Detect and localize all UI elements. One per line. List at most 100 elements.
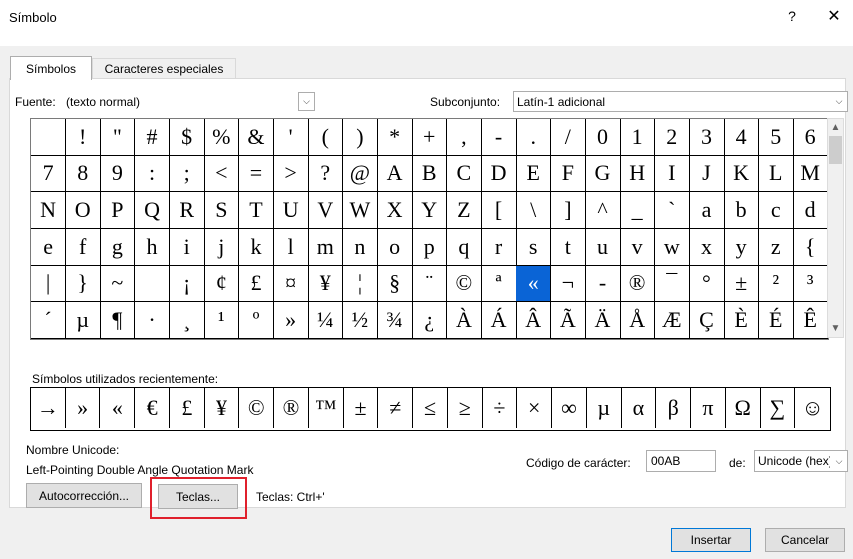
symbol-cell[interactable]: ]	[550, 192, 586, 229]
symbol-cell[interactable]: µ	[65, 302, 101, 339]
symbol-cell[interactable]: +	[412, 119, 448, 156]
symbol-cell[interactable]: y	[724, 229, 760, 266]
symbol-cell[interactable]: ~	[100, 265, 136, 303]
scroll-up-arrow-icon[interactable]: ▲	[828, 119, 843, 136]
symbol-cell[interactable]: Q	[134, 192, 171, 229]
symbol-cell[interactable]: ¥	[308, 265, 344, 303]
scrollbar-thumb[interactable]	[829, 136, 842, 164]
recent-symbols-strip[interactable]: →» «€ £ ¥ © ® ™ ± ≠ ≤ ≥ ÷ × ∞ µ α β π Ω ∑ ☺	[30, 387, 831, 431]
symbol-cell[interactable]: \	[516, 192, 552, 229]
symbol-cell[interactable]: ¼	[308, 302, 344, 339]
symbol-cell[interactable]: v	[620, 229, 656, 266]
symbol-cell[interactable]: `	[654, 192, 690, 229]
character-code-input[interactable]: 00AB	[646, 450, 716, 472]
symbol-cell[interactable]: 3	[689, 119, 725, 156]
symbol-cell[interactable]: E	[516, 155, 552, 193]
symbol-cell[interactable]: ²	[758, 265, 794, 303]
symbol-cell[interactable]: $	[169, 119, 205, 156]
symbol-cell[interactable]: j	[204, 229, 240, 266]
symbol-cell[interactable]: G	[585, 155, 621, 193]
symbol-cell[interactable]: r	[481, 229, 517, 266]
chevron-down-icon[interactable]: ⌵	[298, 92, 315, 111]
recent-symbol-cell[interactable]: µ	[587, 388, 622, 428]
symbol-grid[interactable]: ! " # $% & '() * +, -./0 1 2 3 4 5 6 7 8 9:; < = >? @ A B C D E F G H…	[30, 118, 829, 340]
symbol-cell[interactable]: O	[65, 192, 101, 229]
symbol-cell[interactable]: ?	[308, 155, 344, 193]
symbol-cell[interactable]: ¢	[204, 265, 240, 303]
recent-symbol-cell[interactable]: €	[135, 388, 170, 428]
cancel-button[interactable]: Cancelar	[765, 528, 845, 552]
symbol-cell[interactable]: È	[724, 302, 760, 339]
symbol-cell[interactable]: &	[238, 119, 275, 156]
tab-simbolos[interactable]: Símbolos	[10, 56, 92, 80]
symbol-cell[interactable]: z	[758, 229, 794, 266]
symbol-cell[interactable]: ;	[169, 155, 205, 193]
symbol-cell[interactable]: ´	[31, 302, 67, 339]
symbol-cell[interactable]: É	[758, 302, 794, 339]
symbol-cell[interactable]: ¿	[412, 302, 448, 339]
font-dropdown[interactable]: (texto normal) ⌵	[63, 92, 315, 111]
symbol-cell[interactable]: x	[689, 229, 725, 266]
symbol-cell[interactable]: o	[377, 229, 413, 266]
symbol-cell[interactable]	[134, 265, 171, 303]
symbol-cell[interactable]: f	[65, 229, 101, 266]
recent-symbol-cell[interactable]: ÷	[483, 388, 518, 428]
symbol-cell[interactable]: Z	[446, 192, 482, 229]
symbol-cell[interactable]: 4	[724, 119, 760, 156]
symbol-cell[interactable]: k	[238, 229, 275, 266]
recent-symbol-cell[interactable]: Ω	[726, 388, 761, 428]
symbol-cell[interactable]: F	[550, 155, 586, 193]
symbol-cell[interactable]: ¦	[342, 265, 378, 303]
help-button[interactable]: ?	[778, 3, 806, 29]
recent-symbol-cell[interactable]: ∞	[552, 388, 587, 428]
symbol-cell[interactable]: *	[377, 119, 413, 156]
symbol-cell[interactable]: 7	[31, 155, 67, 193]
symbol-cell[interactable]: 2	[654, 119, 690, 156]
symbol-cell[interactable]: ¸	[169, 302, 205, 339]
symbol-cell[interactable]: b	[724, 192, 760, 229]
symbol-cell[interactable]: ,	[446, 119, 482, 156]
recent-symbol-cell[interactable]: ±	[344, 388, 379, 428]
symbol-cell[interactable]: ¾	[377, 302, 413, 339]
symbol-cell[interactable]: À	[446, 302, 482, 339]
symbol-cell[interactable]: p	[412, 229, 448, 266]
scroll-down-arrow-icon[interactable]: ▼	[828, 320, 843, 337]
symbol-cell[interactable]: =	[238, 155, 275, 193]
symbol-cell[interactable]: 6	[793, 119, 828, 156]
symbol-cell[interactable]: L	[758, 155, 794, 193]
code-from-dropdown[interactable]: Unicode (hex) ⌵	[754, 450, 848, 472]
recent-symbol-cell[interactable]: ≠	[378, 388, 414, 428]
symbol-cell[interactable]: ª	[481, 265, 517, 303]
symbol-cell[interactable]: 8	[65, 155, 101, 193]
symbol-cell[interactable]: H	[620, 155, 656, 193]
symbol-cell[interactable]: S	[204, 192, 240, 229]
symbol-cell[interactable]: %	[204, 119, 240, 156]
symbol-cell[interactable]: m	[308, 229, 344, 266]
recent-symbol-cell[interactable]: α	[622, 388, 657, 428]
symbol-cell[interactable]: ®	[620, 265, 656, 303]
symbol-grid-scrollbar[interactable]: ▲ ▼	[827, 118, 844, 338]
symbol-cell[interactable]: :	[134, 155, 171, 193]
symbol-cell[interactable]: R	[169, 192, 205, 229]
symbol-cell[interactable]: ©	[446, 265, 482, 303]
chevron-down-icon[interactable]: ⌵	[830, 451, 847, 471]
symbol-cell[interactable]: Ê	[793, 302, 828, 339]
recent-symbol-cell[interactable]: ∑	[761, 388, 796, 428]
symbol-cell[interactable]: #	[134, 119, 171, 156]
recent-symbol-cell[interactable]: ×	[517, 388, 553, 428]
symbol-cell[interactable]: |	[31, 265, 67, 303]
recent-symbol-cell[interactable]: ≤	[413, 388, 448, 428]
symbol-cell[interactable]: t	[550, 229, 586, 266]
recent-symbol-cell[interactable]: ©	[239, 388, 275, 428]
symbol-cell[interactable]: «	[516, 265, 552, 303]
symbol-cell[interactable]: P	[100, 192, 136, 229]
symbol-cell[interactable]: W	[342, 192, 378, 229]
symbol-cell[interactable]: ¤	[273, 265, 309, 303]
chevron-down-icon[interactable]: ⌵	[830, 92, 847, 111]
symbol-cell[interactable]: Ä	[585, 302, 621, 339]
symbol-cell[interactable]: .	[516, 119, 552, 156]
symbol-cell[interactable]: Á	[481, 302, 517, 339]
symbol-cell[interactable]: 9	[100, 155, 136, 193]
symbol-cell[interactable]: ¨	[412, 265, 448, 303]
symbol-cell[interactable]: º	[238, 302, 275, 339]
